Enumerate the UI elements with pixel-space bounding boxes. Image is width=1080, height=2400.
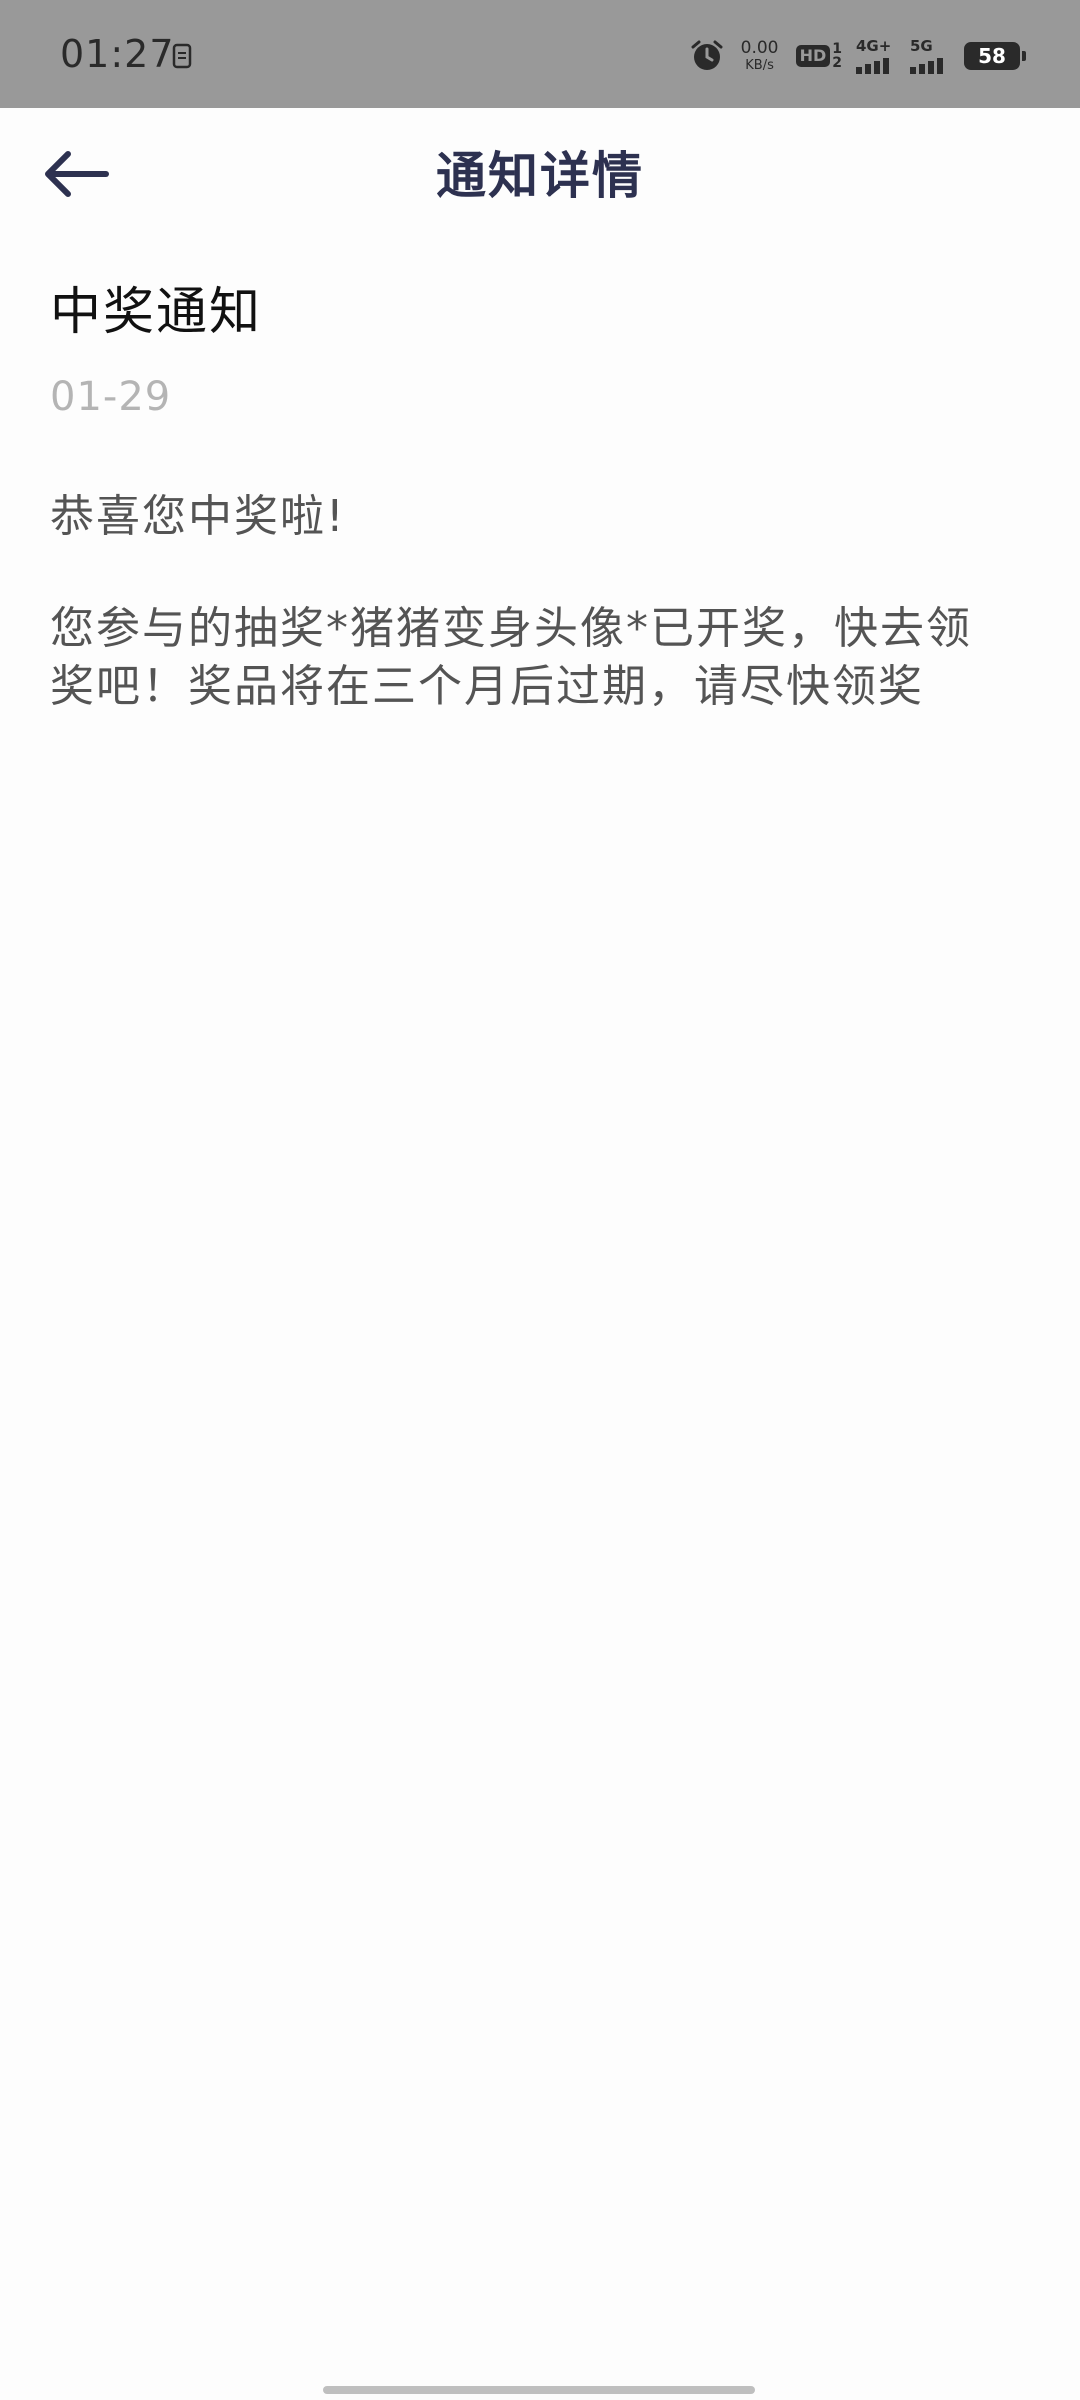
net-speed-unit: KB/s (745, 58, 774, 73)
notice-date: 01-29 (50, 374, 172, 420)
home-indicator[interactable] (323, 2386, 755, 2394)
status-time: 01:27 (60, 32, 175, 76)
signal-5g: 5G (910, 36, 950, 74)
clipboard-icon (172, 43, 192, 69)
signal-icon (910, 57, 943, 74)
signal-4g: 4G+ (856, 36, 896, 74)
battery-icon: 58 (964, 42, 1026, 70)
page-title: 通知详情 (436, 147, 644, 205)
notice-body: 您参与的抽奖*猪猪变身头像*已开奖，快去领奖吧！奖品将在三个月后过期，请尽快领奖 (50, 603, 972, 712)
net-speed: 0.00 KB/s (738, 38, 782, 73)
notice-greeting: 恭喜您中奖啦! (50, 491, 346, 542)
hd-sim-numbers: 1 2 (832, 42, 842, 70)
status-icons: 0.00 KB/s HD 1 2 4G+ 5G 58 (690, 34, 1026, 78)
top-bar: 通知详情 (0, 108, 1080, 238)
signal-4g-label: 4G+ (856, 36, 892, 55)
hd-indicator: HD 1 2 (795, 42, 842, 70)
signal-5g-label: 5G (910, 36, 933, 55)
notice-content: 中奖通知 01-29 恭喜您中奖啦! 您参与的抽奖*猪猪变身头像*已开奖，快去领… (50, 270, 1010, 716)
signal-icon (856, 57, 889, 74)
alarm-icon (691, 40, 723, 70)
net-speed-value: 0.00 (740, 38, 779, 58)
battery-level: 58 (978, 44, 1006, 68)
hd-sim-bottom: 2 (832, 55, 842, 71)
hd-sim-top: 1 (832, 41, 842, 57)
hd-label: HD (795, 45, 831, 67)
notice-title: 中奖通知 (50, 283, 263, 342)
screen: 01:27 0.00 KB/s HD 1 2 4G+ 5G 58 通知详情 中奖… (0, 0, 1080, 2400)
status-bar: 01:27 0.00 KB/s HD 1 2 4G+ 5G 58 (0, 0, 1080, 108)
